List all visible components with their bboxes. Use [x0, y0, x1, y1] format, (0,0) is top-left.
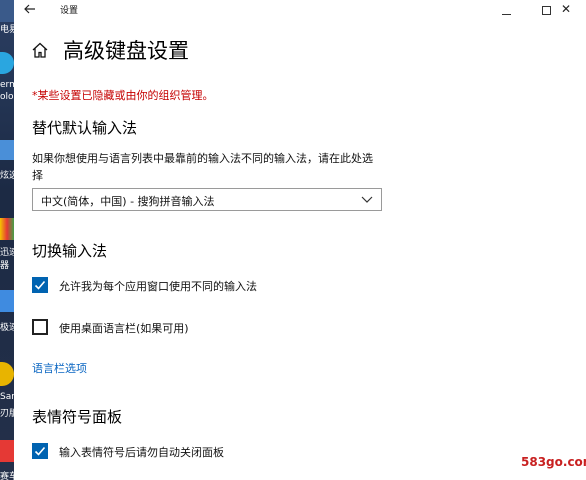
desktop-label: 刃版 [0, 409, 14, 419]
back-arrow-icon [24, 4, 35, 14]
close-button[interactable]: ✕ [546, 0, 586, 18]
desktop-label: 器 [0, 261, 10, 271]
chevron-down-icon [361, 196, 373, 203]
desktop-strip: 电易 erm olo 炫选 迅速 器 极速 Sam 刃版 赛车游 [0, 0, 14, 480]
override-description: 如果你想使用与语言列表中最靠前的输入法不同的输入法，请在此处选择 [32, 152, 373, 182]
ie-browser-icon[interactable] [0, 52, 14, 74]
override-heading: 替代默认输入法 [32, 119, 138, 137]
window-title: 设置 [60, 6, 79, 16]
input-method-select[interactable]: 中文(简体，中国) - 搜狗拼音输入法 [32, 188, 382, 211]
desktop-app-icon[interactable] [0, 140, 14, 160]
desktop-label: Sam [0, 392, 14, 402]
desktop-label: olo [0, 92, 14, 102]
per-app-input-checkbox[interactable] [32, 277, 48, 293]
language-bar-options-link[interactable]: 语言栏选项 [32, 360, 87, 376]
desktop-label: 迅速 [0, 248, 14, 258]
desktop-label: 炫选 [0, 171, 14, 181]
back-button[interactable] [20, 1, 40, 17]
site-watermark: 583go.com [521, 455, 586, 469]
desktop-label: 极速 [0, 323, 14, 333]
language-bar-label: 使用桌面语言栏(如果可用) [59, 322, 189, 335]
desktop-app-icon[interactable] [0, 362, 14, 386]
emoji-heading: 表情符号面板 [32, 408, 123, 426]
desktop-label: 电易 [0, 25, 14, 35]
input-method-selected: 中文(简体，中国) - 搜狗拼音输入法 [41, 195, 215, 208]
desktop-app-icon[interactable] [0, 290, 14, 312]
policy-warning: *某些设置已隐藏或由你的组织管理。 [32, 89, 214, 102]
desktop-label: erm [0, 80, 14, 90]
minimize-icon [501, 14, 511, 15]
checkmark-icon [34, 446, 46, 456]
page-title: 高级键盘设置 [63, 39, 189, 63]
desktop-app-icon[interactable] [0, 0, 14, 22]
home-icon[interactable] [31, 41, 49, 59]
title-bar: 设置 ✕ [14, 0, 586, 20]
emoji-autoclose-label: 输入表情符号后请勿自动关闭面板 [59, 446, 224, 459]
per-app-input-label: 允许我为每个应用窗口使用不同的输入法 [59, 280, 257, 293]
emoji-autoclose-checkbox[interactable] [32, 443, 48, 459]
switching-heading: 切换输入法 [32, 242, 108, 260]
close-icon: ✕ [560, 2, 572, 16]
settings-window: 设置 ✕ 高级键盘设置 *某些设置已隐藏或由你的组织管理。 替代默认输入法 如果… [14, 0, 586, 480]
minimize-button[interactable] [486, 0, 526, 18]
desktop-label: 赛车游 [0, 472, 14, 480]
language-bar-checkbox[interactable] [32, 319, 48, 335]
desktop-app-icon[interactable] [0, 218, 14, 240]
desktop-app-icon[interactable] [0, 440, 14, 462]
checkmark-icon [34, 280, 46, 290]
